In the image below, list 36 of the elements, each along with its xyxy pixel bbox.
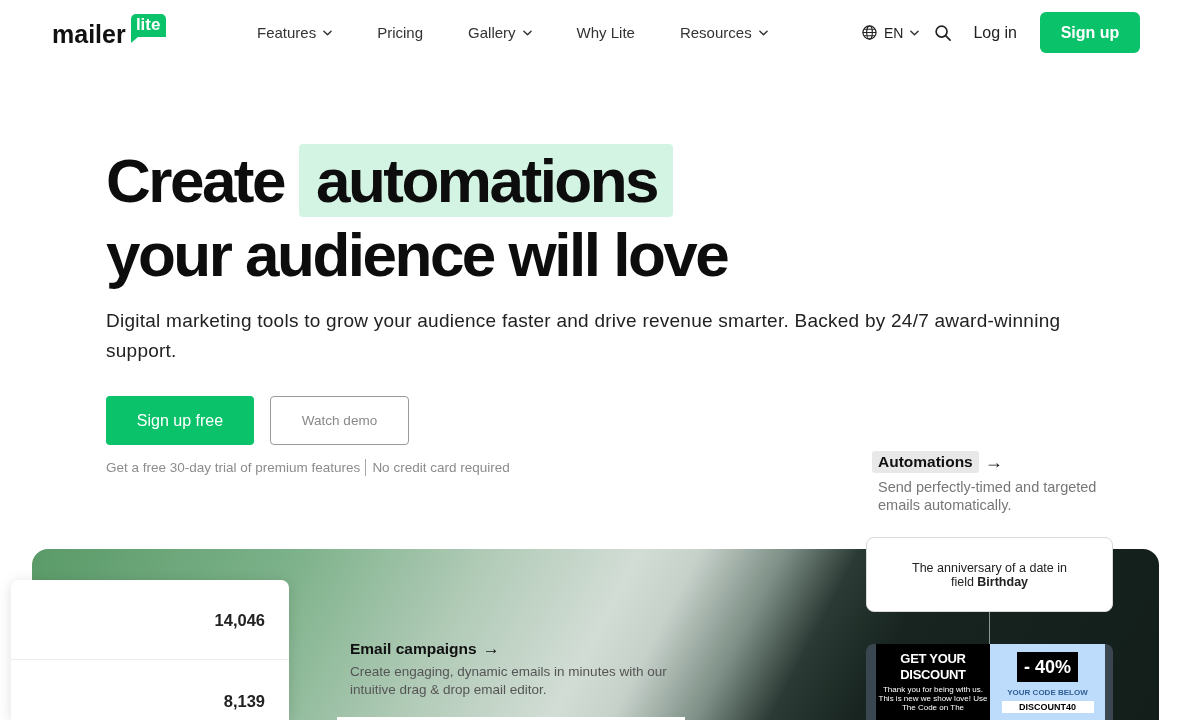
nav-link[interactable]: Features: [257, 24, 333, 41]
code-caption: YOUR CODE BELOW: [1007, 688, 1088, 698]
login-link[interactable]: Log in: [973, 23, 1017, 42]
search-icon[interactable]: [935, 24, 952, 41]
nav-link[interactable]: Gallery: [468, 24, 532, 41]
trial-note: Get a free 30-day trial of premium features: [106, 459, 361, 476]
nav-link[interactable]: Resources: [679, 24, 768, 41]
discount-label: - 40%: [1017, 652, 1078, 682]
globe-icon: [861, 25, 877, 40]
highlighted-heading-word: automations: [299, 144, 674, 217]
language-selector[interactable]: EN: [861, 24, 920, 41]
connector-line: [989, 612, 990, 644]
hero-subtitle: Digital marketing tools to grow your audience faster and drive revenue smarter. Backed by 24/7 award-winning support.: [106, 309, 1062, 363]
logo-wordmark[interactable]: mailer: [52, 22, 126, 47]
arrow-glyph: →: [984, 453, 1003, 471]
chevron-down-icon[interactable]: [323, 29, 333, 36]
stat-value: 14,046: [214, 611, 265, 629]
nav-link[interactable]: Pricing: [377, 24, 424, 41]
hero-heading: Create: [106, 146, 284, 215]
chevron-down-icon[interactable]: [758, 29, 768, 36]
trigger-text: The anniversary of a date in field Birthday: [911, 560, 1068, 589]
chevron-down-icon[interactable]: [522, 29, 532, 36]
feature-link[interactable]: Automations: [872, 451, 979, 473]
watch-demo-button[interactable]: Watch demo: [270, 396, 409, 445]
hero-heading: your audience will love: [106, 219, 728, 291]
chevron-down-icon[interactable]: [910, 29, 920, 36]
feature-link[interactable]: Email campaigns: [350, 639, 477, 659]
trial-note: No credit card required: [365, 459, 510, 476]
feature-description: Send perfectly-timed and targeted emails automatically.: [877, 478, 1098, 514]
stat-value: 8,139: [223, 692, 265, 710]
arrow-glyph: →: [482, 639, 500, 659]
email-headline: GET YOUR DISCOUNT: [899, 651, 967, 683]
feature-description: Create engaging, dynamic emails in minutes with our intuitive drag & drop email editor.: [350, 663, 668, 698]
nav-link[interactable]: Why Lite: [576, 24, 635, 41]
discount-code: DISCOUNT40: [1001, 701, 1094, 713]
email-body-text: Thank you for being with us. This is new we show love! Use The Code on The: [878, 685, 988, 712]
